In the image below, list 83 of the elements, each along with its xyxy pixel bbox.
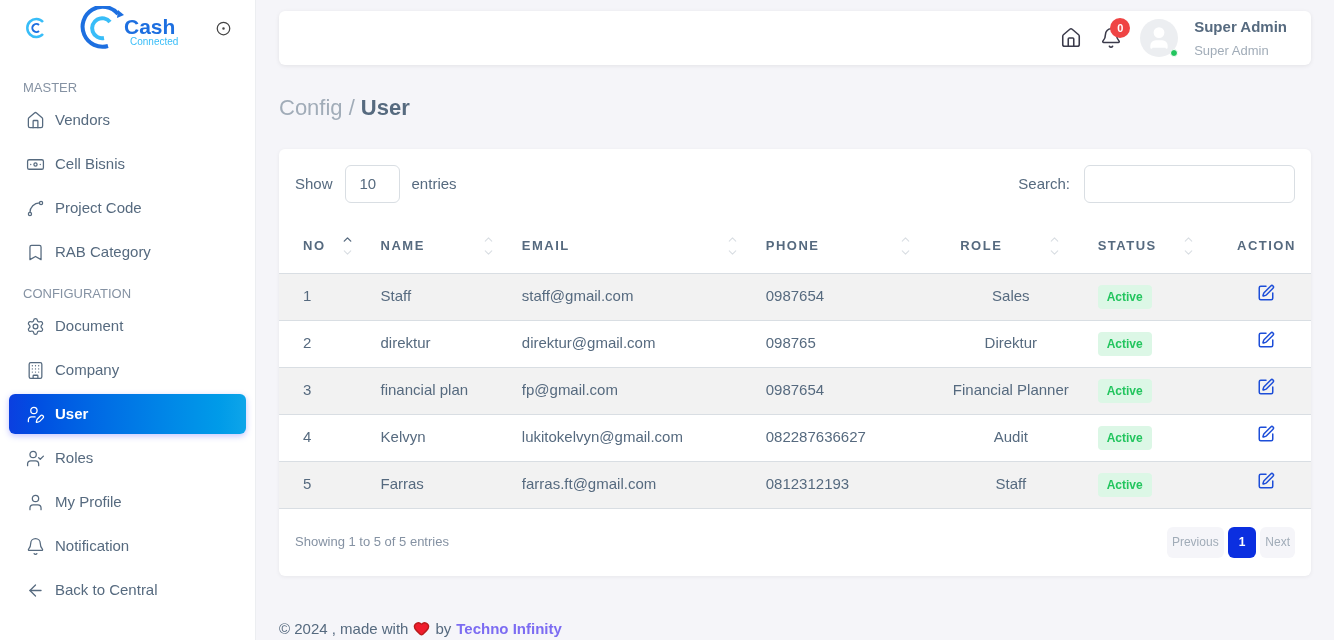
- table-cell: Sales: [992, 287, 1030, 305]
- nav-item[interactable]: Project Code: [9, 188, 246, 228]
- page-title: User: [360, 94, 410, 122]
- table-cell: Staff: [380, 287, 412, 305]
- show-label: Show: [295, 173, 333, 194]
- table-cell: 0812312193: [765, 475, 850, 493]
- column-header[interactable]: EMAIL: [521, 236, 570, 256]
- table-cell: 1: [303, 287, 312, 305]
- building-icon: [26, 360, 45, 380]
- table-cell: Audit: [993, 428, 1028, 446]
- table-cell: fp@gmail.com: [521, 381, 618, 399]
- brand-name: Cash: [124, 15, 176, 37]
- home-icon[interactable]: [1060, 27, 1083, 49]
- table-cell: Financial Planner: [952, 381, 1069, 399]
- status-badge: Active: [1097, 425, 1152, 450]
- table-cell: Direktur: [984, 334, 1038, 352]
- status-badge: Active: [1097, 284, 1152, 309]
- column-header[interactable]: ACTION: [1237, 236, 1296, 256]
- user-name: Super Admin: [1194, 16, 1287, 37]
- bookmark-icon: [26, 242, 45, 262]
- nav-item[interactable]: My Profile: [9, 482, 246, 522]
- collapse-toggle-icon[interactable]: [216, 20, 231, 36]
- column-header[interactable]: NAME: [380, 236, 425, 256]
- notification-count: 0: [1110, 18, 1131, 38]
- table-cell: staff@gmail.com: [521, 287, 634, 305]
- table-cell: 5: [303, 475, 312, 493]
- brand-tagline: Connected: [130, 36, 179, 47]
- user-edit-icon: [26, 404, 45, 424]
- nav-item[interactable]: User: [9, 394, 246, 434]
- table-cell: farras.ft@gmail.com: [521, 475, 657, 493]
- nav-item[interactable]: Back to Central: [9, 570, 246, 610]
- entries-label: entries: [411, 173, 457, 194]
- status-badge: Active: [1097, 472, 1152, 497]
- table-cell: direktur@gmail.com: [521, 334, 656, 352]
- edit-icon[interactable]: [1257, 472, 1276, 491]
- entries-select[interactable]: 10: [344, 165, 400, 203]
- status-badge: Active: [1097, 331, 1152, 356]
- section-heading: CONFIGURATION: [22, 285, 133, 303]
- nav-item[interactable]: Cell Bisnis: [9, 144, 246, 184]
- table-cell: 082287636627: [765, 428, 866, 446]
- search-field[interactable]: [1084, 165, 1295, 203]
- edit-icon[interactable]: [1257, 425, 1276, 444]
- nav-item[interactable]: Document: [9, 306, 246, 346]
- search-label: Search:: [1018, 173, 1070, 194]
- table-cell: 0987654: [765, 287, 825, 305]
- nav-item[interactable]: Roles: [9, 438, 246, 478]
- edit-icon[interactable]: [1257, 284, 1276, 303]
- house-icon: [26, 110, 45, 130]
- column-header[interactable]: STATUS: [1097, 236, 1157, 256]
- table-cell: Staff: [995, 475, 1027, 493]
- column-header[interactable]: PHONE: [765, 236, 820, 256]
- edit-icon[interactable]: [1257, 378, 1276, 397]
- footer-by: by: [435, 618, 452, 639]
- bell-icon: [26, 536, 45, 556]
- table-cell: 2: [303, 334, 312, 352]
- table-cell: 0987654: [765, 381, 825, 399]
- footer-text: © 2024 , made with: [279, 618, 409, 639]
- user-check-icon: [26, 448, 45, 468]
- table-cell: 3: [303, 381, 312, 399]
- status-badge: Active: [1097, 378, 1152, 403]
- gear-icon: [26, 316, 45, 336]
- table-cell: 098765: [765, 334, 816, 352]
- nav-item[interactable]: RAB Category: [9, 232, 246, 272]
- path-icon: [26, 198, 45, 218]
- table-cell: 4: [303, 428, 312, 446]
- user-role: Super Admin: [1194, 42, 1270, 60]
- table-cell: direktur: [380, 334, 431, 352]
- nav-item[interactable]: Vendors: [9, 100, 246, 140]
- pagination-button[interactable]: 1: [1227, 526, 1257, 558]
- table-info: Showing 1 to 5 of 5 entries: [295, 533, 449, 552]
- column-header[interactable]: ROLE: [960, 236, 1003, 256]
- table-cell: financial plan: [380, 381, 469, 399]
- heart-icon: [413, 620, 431, 638]
- nav-item[interactable]: Notification: [9, 526, 246, 566]
- user-icon: [26, 492, 45, 512]
- edit-icon[interactable]: [1257, 331, 1276, 350]
- nav-item[interactable]: Company: [9, 350, 246, 390]
- footer-link[interactable]: Techno Infinity: [456, 617, 562, 640]
- section-heading: MASTER: [22, 79, 79, 97]
- table-cell: lukitokelvyn@gmail.com: [521, 428, 683, 446]
- table-cell: Kelvyn: [380, 428, 426, 446]
- table-cell: Farras: [380, 475, 424, 493]
- column-header[interactable]: NO: [303, 236, 326, 256]
